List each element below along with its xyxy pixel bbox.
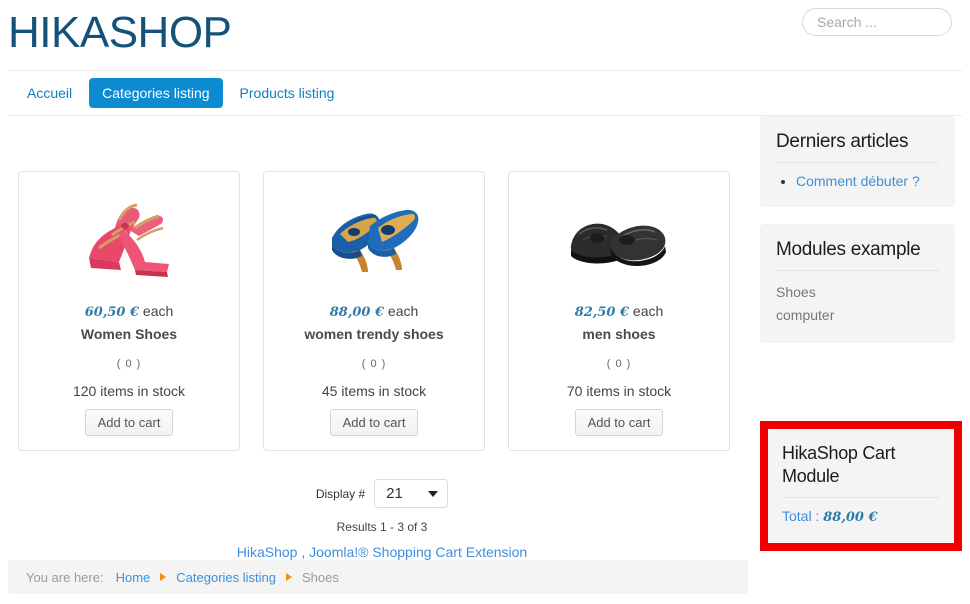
product-rating: ( 0 ) <box>361 358 387 370</box>
module-title: Derniers articles <box>776 130 939 163</box>
product-name[interactable]: Women Shoes <box>19 325 239 344</box>
product-rating: ( 0 ) <box>606 358 632 370</box>
product-name[interactable]: women trendy shoes <box>264 325 484 344</box>
module-line-shoes: Shoes <box>776 284 816 300</box>
module-modules-example: Modules example Shoes computer <box>760 224 955 343</box>
price-amount: 88,00 € <box>329 305 385 320</box>
product-stock: 70 items in stock <box>566 383 672 399</box>
breadcrumb-item-categories-listing[interactable]: Categories listing <box>176 570 276 585</box>
product-image-men-shoes[interactable] <box>565 184 673 294</box>
display-count-row: Display # 21 <box>8 479 746 508</box>
breadcrumb-separator-icon <box>286 573 292 581</box>
results-count: Results 1 - 3 of 3 <box>336 520 428 534</box>
cart-total-label: Total : <box>782 508 820 524</box>
list-item: Comment débuter ? <box>796 173 939 189</box>
hikashop-footer-link-container: HikaShop , Joomla!® Shopping Cart Extens… <box>8 544 746 560</box>
breadcrumb: You are here: Home Categories listing Sh… <box>8 560 748 594</box>
latest-articles-list: Comment débuter ? <box>776 173 939 189</box>
product-price: 88,00 € each <box>264 302 484 322</box>
breadcrumb-item-shoes: Shoes <box>302 569 339 585</box>
nav-item-categories-listing[interactable]: Categories listing <box>89 78 223 108</box>
cart-module-highlight: HikaShop Cart Module Total : 88,00 € <box>760 421 962 551</box>
nav-item-products-listing[interactable]: Products listing <box>227 78 348 108</box>
product-card[interactable]: 82,50 € each men shoes ( 0 ) 70 items in… <box>508 171 730 451</box>
cart-total: Total : 88,00 € <box>782 508 940 525</box>
module-latest-articles: Derniers articles Comment débuter ? <box>760 116 955 207</box>
price-suffix: each <box>387 303 419 319</box>
add-to-cart-button[interactable]: Add to cart <box>84 409 174 436</box>
search-input[interactable] <box>802 8 952 36</box>
add-to-cart-button[interactable]: Add to cart <box>574 409 664 436</box>
module-title: Modules example <box>776 238 939 271</box>
sidebar: Derniers articles Comment débuter ? Modu… <box>760 116 955 360</box>
product-stock: 45 items in stock <box>321 383 427 399</box>
product-price: 60,50 € each <box>19 302 239 322</box>
module-title: HikaShop Cart Module <box>782 442 940 498</box>
product-card[interactable]: 60,50 € each Women Shoes ( 0 ) 120 items… <box>18 171 240 451</box>
product-image-women-trendy-shoes[interactable] <box>320 184 428 294</box>
product-stock: 120 items in stock <box>72 383 186 399</box>
product-image-women-shoes[interactable] <box>75 184 183 294</box>
product-rating: ( 0 ) <box>116 358 142 370</box>
display-count-label: Display # <box>315 486 366 501</box>
cart-total-value: 88,00 € <box>823 510 878 525</box>
main-content: 60,50 € each Women Shoes ( 0 ) 120 items… <box>8 116 746 560</box>
product-name[interactable]: men shoes <box>509 325 729 344</box>
site-logo: HIKASHOP <box>8 8 232 57</box>
price-suffix: each <box>142 303 174 319</box>
main-navigation: Accueil Categories listing Products list… <box>8 70 962 116</box>
hikashop-footer-link[interactable]: HikaShop , Joomla!® Shopping Cart Extens… <box>237 544 527 560</box>
product-card[interactable]: 88,00 € each women trendy shoes ( 0 ) 45… <box>263 171 485 451</box>
search-container <box>802 8 952 36</box>
breadcrumb-label: You are here: <box>26 569 104 585</box>
price-amount: 60,50 € <box>84 305 140 320</box>
add-to-cart-button[interactable]: Add to cart <box>329 409 419 436</box>
chevron-down-icon <box>428 491 439 497</box>
product-price: 82,50 € each <box>509 302 729 322</box>
article-link-comment-debuter[interactable]: Comment débuter ? <box>796 173 920 189</box>
display-count-select[interactable]: 21 <box>374 479 449 508</box>
module-line-computer: computer <box>776 307 835 323</box>
site-header: HIKASHOP <box>0 0 970 70</box>
module-hikashop-cart: HikaShop Cart Module Total : 88,00 € <box>768 429 954 543</box>
nav-item-accueil[interactable]: Accueil <box>14 78 85 108</box>
breadcrumb-item-home[interactable]: Home <box>116 570 151 585</box>
price-suffix: each <box>632 303 664 319</box>
product-grid: 60,50 € each Women Shoes ( 0 ) 120 items… <box>8 116 746 451</box>
price-amount: 82,50 € <box>574 305 630 320</box>
breadcrumb-separator-icon <box>160 573 167 581</box>
display-count-value: 21 <box>386 485 403 502</box>
